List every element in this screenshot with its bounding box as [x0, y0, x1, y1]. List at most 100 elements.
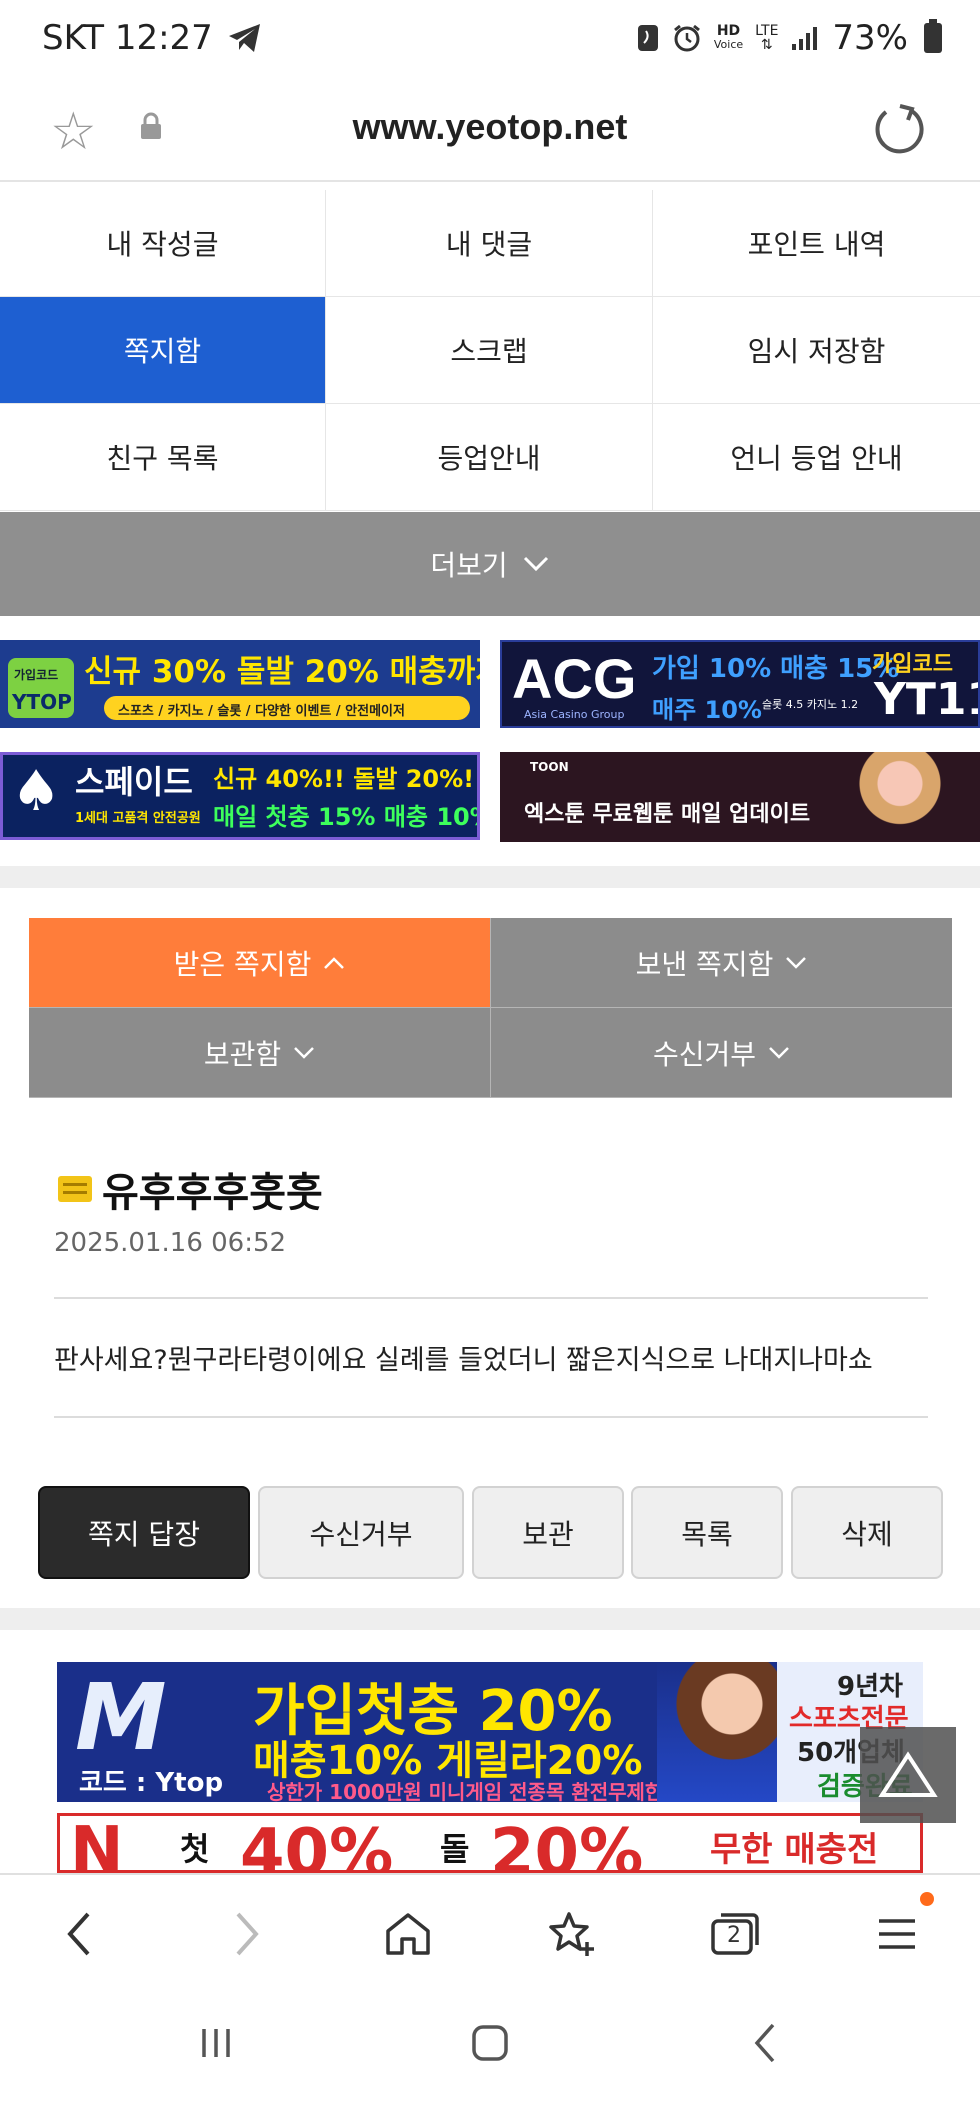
- block-button[interactable]: 수신거부: [258, 1486, 464, 1579]
- url-text[interactable]: www.yeotop.net: [0, 106, 980, 148]
- tabs-button[interactable]: 2: [700, 1899, 770, 1969]
- tab-sent[interactable]: 보낸 쪽지함: [491, 918, 952, 1008]
- message-title: 유후후후훗훗: [58, 1160, 323, 1218]
- recent-apps-icon: [202, 2029, 230, 2057]
- separator: [0, 1608, 980, 1630]
- archive-button[interactable]: 보관: [472, 1486, 624, 1579]
- voice-label: Voice: [713, 38, 744, 51]
- back-arrow-icon: [754, 2023, 775, 2063]
- ad2-letter: N: [70, 1814, 124, 1873]
- message-date: 2025.01.16 06:52: [54, 1228, 287, 1258]
- menu-button[interactable]: [862, 1899, 932, 1969]
- banner-line2: 스포츠 / 카지노 / 슬롯 / 다양한 이벤트 / 안전메이저: [118, 704, 405, 719]
- alarm-icon: [673, 24, 700, 52]
- home-system-button[interactable]: [460, 2013, 520, 2073]
- menu-item-friends[interactable]: 친구 목록: [0, 404, 326, 511]
- status-right: HD Voice LTE ⇅ 73%: [636, 18, 942, 58]
- back-button[interactable]: [44, 1899, 114, 1969]
- banner-spade-line2: 매일 첫충 15% 매충 10%: [213, 803, 480, 831]
- reply-button[interactable]: 쪽지 답장: [38, 1486, 250, 1579]
- reload-icon[interactable]: [870, 100, 928, 158]
- ad1-logo: M: [75, 1664, 167, 1771]
- hamburger-icon: [879, 1919, 915, 1949]
- banner-acg-code: YT11: [874, 674, 978, 725]
- home-square-icon: [472, 2025, 508, 2061]
- banner-acg[interactable]: ACG Asia Casino Group 가입 10% 매충 15% 매주 1…: [500, 640, 980, 728]
- ad2-t4: 20%: [490, 1816, 644, 1873]
- banner-ytop[interactable]: 가입코드 YTOP 신규 30% 돌발 20% 매충까지 스포츠 / 카지노 /…: [0, 640, 480, 728]
- hd-voice-badge: HD Voice: [714, 24, 743, 52]
- banner-acg-rates3: 슬롯 4.5 카지노 1.2: [762, 698, 859, 711]
- menu-item-points[interactable]: 포인트 내역: [653, 190, 980, 297]
- tab-received[interactable]: 받은 쪽지함: [29, 918, 491, 1008]
- divider: [54, 1416, 928, 1418]
- message-body: 판사세요?뭔구라타령이에요 실례를 들었더니 짧은지식으로 나대지나마쇼: [54, 1345, 873, 1376]
- banner-code: YTOP: [12, 690, 72, 714]
- hd-label: HD: [716, 23, 741, 39]
- banner-spade-sub: 1세대 고품격 안전공원: [75, 811, 201, 826]
- notification-dot: [920, 1892, 934, 1906]
- bookmarks-button[interactable]: [537, 1899, 607, 1969]
- member-menu-grid: 내 작성글 내 댓글 포인트 내역 쪽지함 스크랩 임시 저장함 친구 목록 등…: [0, 190, 980, 511]
- chevron-down-icon: [769, 1046, 789, 1059]
- url-bar: ☆ www.yeotop.net: [0, 82, 980, 182]
- menu-item-level-guide[interactable]: 등업안내: [326, 404, 653, 511]
- banner-spade[interactable]: ♠ 스페이드 1세대 고품격 안전공원 신규 40%!! 돌발 20%!! 매일…: [0, 752, 480, 840]
- chevron-down-icon: [786, 956, 807, 969]
- lte-label: LTE: [755, 23, 779, 39]
- menu-item-drafts[interactable]: 임시 저장함: [653, 297, 980, 404]
- ad2-t2: 40%: [240, 1816, 394, 1873]
- home-icon: [386, 1913, 430, 1955]
- ad2-t3: 돌: [440, 1830, 470, 1868]
- nfc-icon: [637, 25, 658, 51]
- banner-xtoon[interactable]: TOON 엑스툰 무료웹툰 매일 업데이트: [500, 752, 980, 842]
- tab-archive[interactable]: 보관함: [29, 1008, 491, 1098]
- menu-item-scrap[interactable]: 스크랩: [326, 297, 653, 404]
- banner-acg-rates: 가입 10% 매충 15%: [652, 654, 900, 684]
- ad1-code: 코드 : Ytop: [79, 1768, 224, 1798]
- tabs-count: 2: [727, 1923, 741, 1948]
- telegram-icon: [228, 24, 260, 52]
- divider: [54, 1297, 928, 1299]
- home-button[interactable]: [373, 1899, 443, 1969]
- chevron-down-icon: [294, 1046, 315, 1059]
- banner-acg-brand: ACG: [512, 647, 637, 710]
- chevron-up-icon: [324, 956, 345, 969]
- status-left: SKT 12:27: [42, 18, 263, 58]
- signal-icon: [792, 27, 818, 50]
- banner-xtoon-tag: TOON: [530, 760, 569, 774]
- ad2-t1: 첫: [180, 1830, 210, 1868]
- tab-blocked-label: 수신거부: [652, 1037, 757, 1071]
- status-bar: SKT 12:27 HD Voice LTE ⇅ 73%: [0, 0, 980, 82]
- battery-icon: [924, 19, 942, 53]
- delete-button[interactable]: 삭제: [791, 1486, 943, 1579]
- spade-icon: ♠: [11, 759, 62, 824]
- lte-arrows: ⇅: [760, 37, 773, 53]
- more-button[interactable]: 더보기: [0, 512, 980, 616]
- scroll-to-top-button[interactable]: [860, 1727, 956, 1823]
- banner-spade-brand: 스페이드: [75, 763, 193, 801]
- chevron-right-icon: [236, 1912, 259, 1956]
- arrow-up-icon: [878, 1751, 938, 1797]
- list-button[interactable]: 목록: [631, 1486, 783, 1579]
- menu-item-my-comments[interactable]: 내 댓글: [326, 190, 653, 297]
- banner-xtoon-text: 엑스툰 무료웹툰 매일 업데이트: [524, 802, 811, 827]
- star-plus-icon: [549, 1912, 594, 1956]
- menu-item-messages[interactable]: 쪽지함: [0, 297, 326, 404]
- menu-item-sister-level-guide[interactable]: 언니 등업 안내: [653, 404, 980, 511]
- banner-line1: 신규 30% 돌발 20% 매충까지: [84, 654, 480, 690]
- browser-bottom-nav: 2: [0, 1873, 980, 1983]
- ad1-sub: 상한가 1000만원 미니게임 전종목 환전무제한: [267, 1780, 664, 1802]
- menu-item-my-posts[interactable]: 내 작성글: [0, 190, 326, 297]
- back-system-button[interactable]: [734, 2013, 794, 2073]
- tab-received-label: 받은 쪽지함: [173, 947, 312, 981]
- tab-blocked[interactable]: 수신거부: [491, 1008, 952, 1098]
- tab-archive-label: 보관함: [203, 1037, 282, 1071]
- ad-banner-n[interactable]: N 첫 40% 돌 20% 무한 매충전: [57, 1813, 923, 1873]
- ad-banner-m[interactable]: M 코드 : Ytop 가입첫충 20% 매충10% 게릴라20% 상한가 10…: [57, 1662, 923, 1802]
- forward-button[interactable]: [212, 1899, 282, 1969]
- banner-acg-sub: Asia Casino Group: [524, 708, 625, 721]
- tab-sent-label: 보낸 쪽지함: [635, 947, 774, 981]
- recent-apps-button[interactable]: [186, 2013, 246, 2073]
- separator: [0, 866, 980, 888]
